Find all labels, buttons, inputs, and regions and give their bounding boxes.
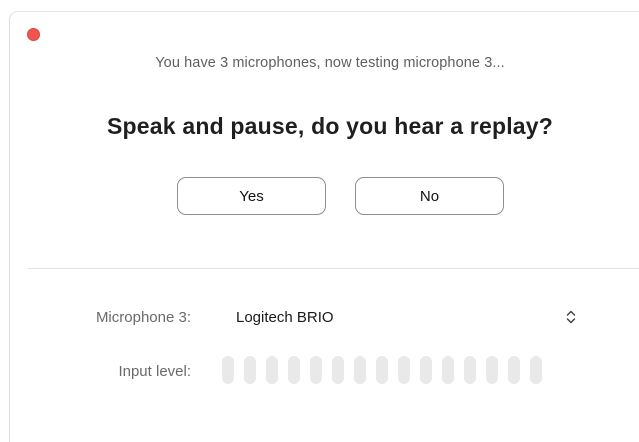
microphone-value: Logitech BRIO	[236, 308, 334, 326]
testing-status-text: You have 3 microphones, now testing micr…	[155, 55, 505, 71]
input-level-segment	[288, 356, 300, 384]
input-level-segment	[222, 356, 234, 384]
input-level-segment	[266, 356, 278, 384]
input-level-segment	[530, 356, 542, 384]
replay-question: Speak and pause, do you hear a replay?	[106, 113, 554, 139]
input-level-segment	[464, 356, 476, 384]
input-level-segment	[376, 356, 388, 384]
input-level-segment	[354, 356, 366, 384]
input-level-label: Input level:	[118, 363, 191, 380]
microphone-select[interactable]: Logitech BRIO	[222, 300, 592, 334]
input-level-segment	[332, 356, 344, 384]
input-level-meter	[222, 356, 542, 384]
input-level-segment	[486, 356, 498, 384]
input-level-segment	[398, 356, 410, 384]
input-level-segment	[244, 356, 256, 384]
input-level-segment	[420, 356, 432, 384]
chevron-up-down-icon	[566, 310, 576, 324]
yes-button[interactable]: Yes	[177, 177, 326, 215]
microphone-label: Microphone 3:	[95, 309, 191, 326]
input-level-segment	[508, 356, 520, 384]
input-level-segment	[310, 356, 322, 384]
input-level-segment	[442, 356, 454, 384]
divider	[28, 268, 639, 269]
no-button[interactable]: No	[355, 177, 504, 215]
close-icon[interactable]	[27, 28, 40, 41]
